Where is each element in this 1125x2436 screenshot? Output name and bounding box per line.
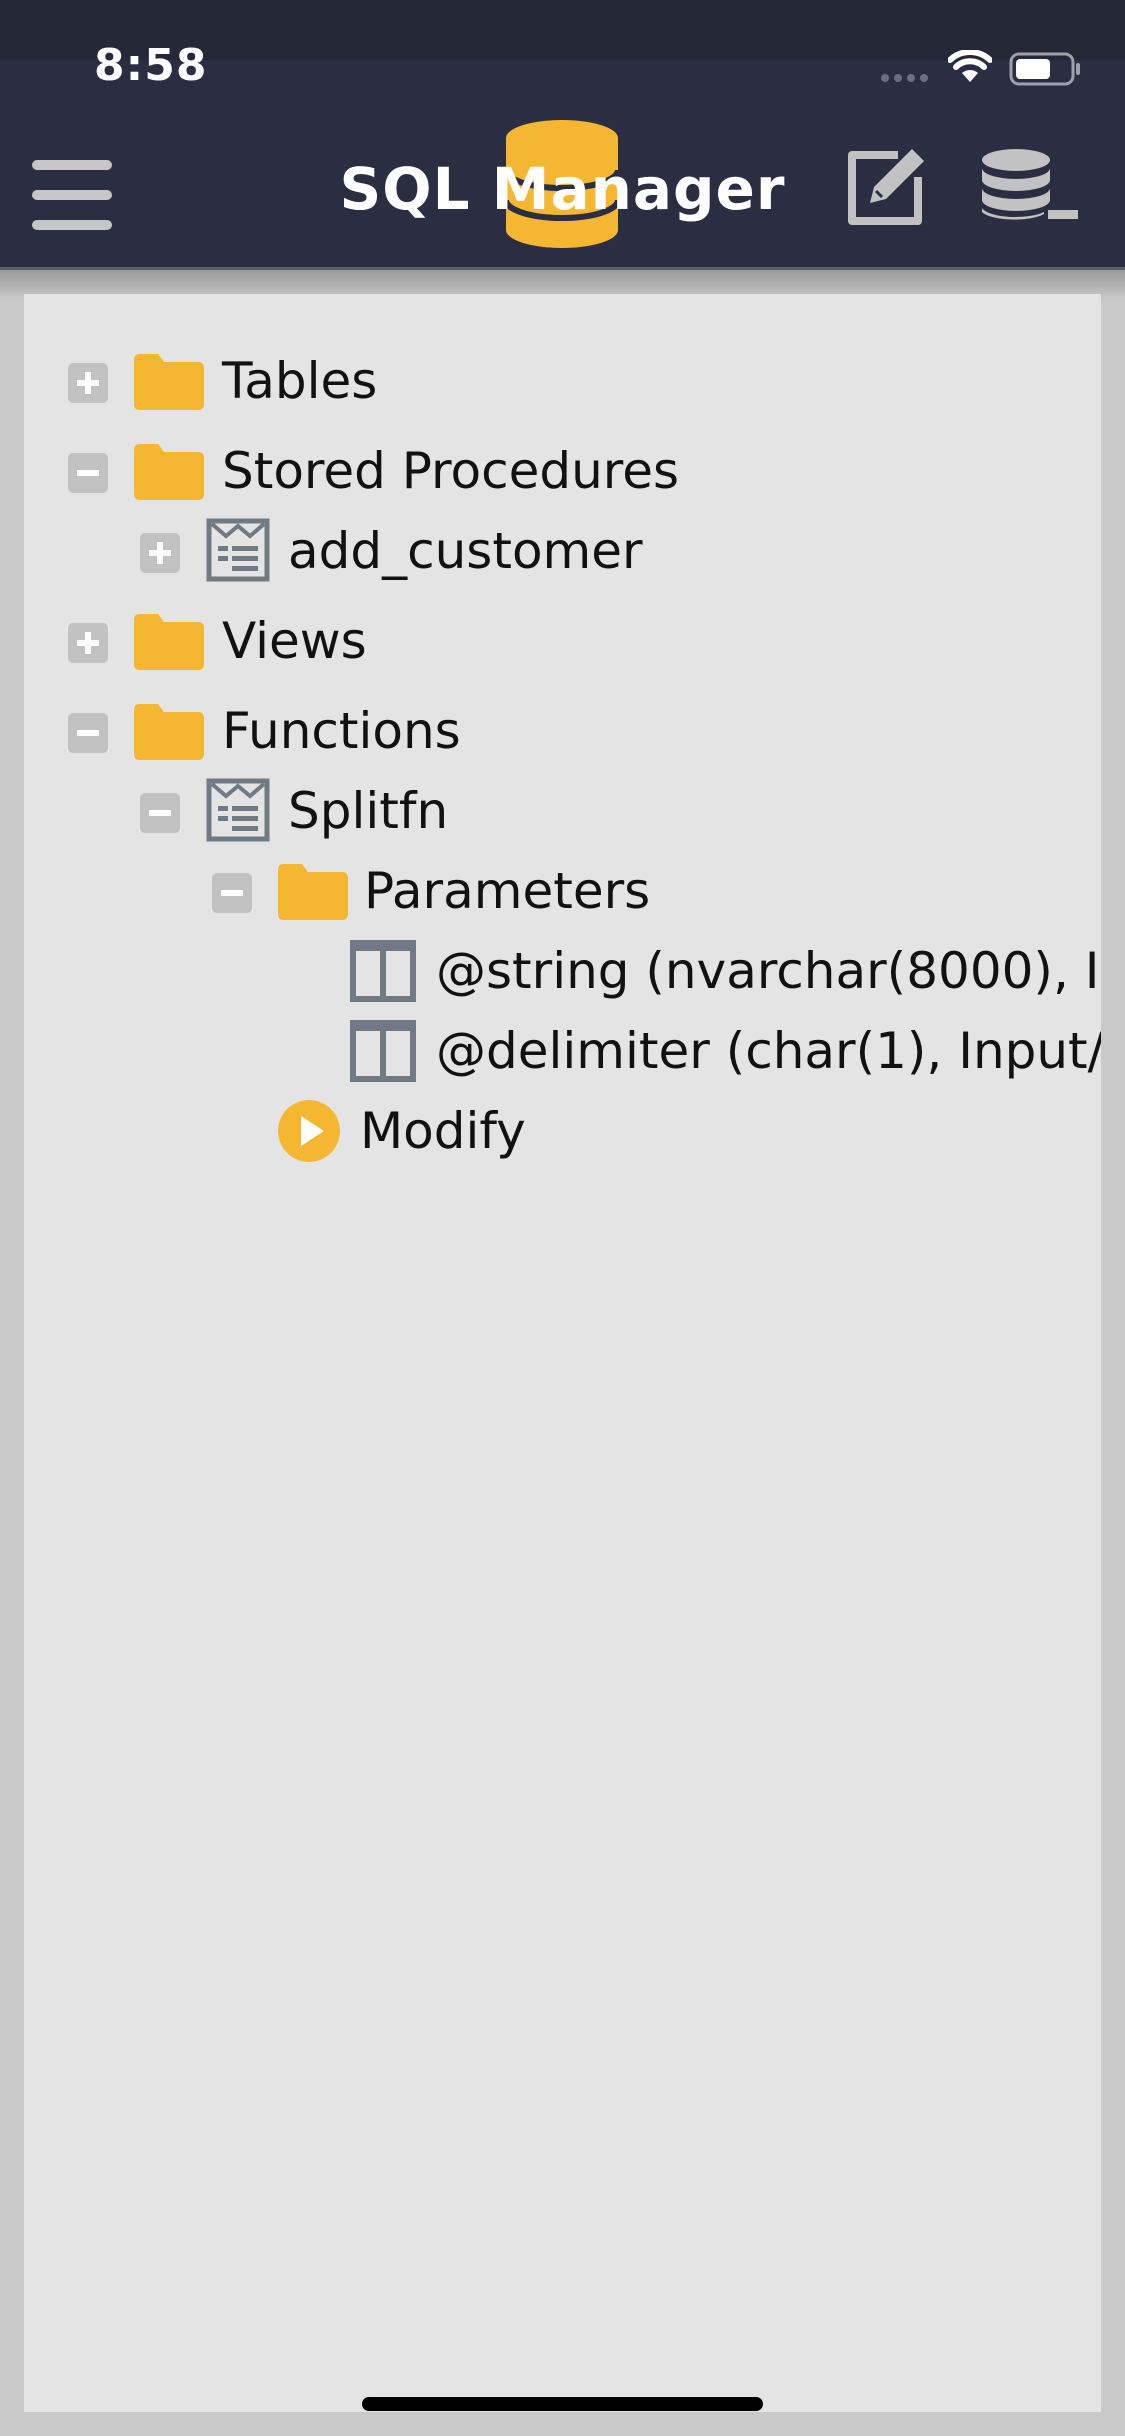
tree-item-tables[interactable]: Tables [24, 346, 1101, 416]
tree-item-label: Views [222, 612, 367, 670]
collapse-icon[interactable] [140, 793, 180, 833]
edit-query-icon[interactable] [842, 145, 928, 231]
tree-item-modify[interactable]: Modify [24, 1096, 1101, 1166]
folder-icon [134, 444, 204, 500]
tree-item-label: @delimiter (char(1), Input/Output) [436, 1022, 1101, 1080]
tree-item-functions[interactable]: Functions [24, 696, 1101, 766]
battery-icon [1009, 52, 1080, 86]
tree-item-views[interactable]: Views [24, 606, 1101, 676]
tree-item-label: Stored Procedures [222, 442, 680, 500]
folder-icon [134, 354, 204, 410]
tree-item-label: Parameters [364, 862, 651, 920]
collapse-icon[interactable] [212, 873, 252, 913]
expand-icon[interactable] [140, 533, 180, 573]
tree-item-parameter-delimiter[interactable]: @delimiter (char(1), Input/Output) [24, 1016, 1101, 1086]
procedure-icon [206, 518, 270, 582]
expand-icon[interactable] [68, 363, 108, 403]
parameter-icon [350, 940, 416, 1002]
tree-item-label: Splitfn [288, 782, 449, 840]
collapse-icon[interactable] [68, 453, 108, 493]
home-indicator[interactable] [362, 2397, 763, 2411]
tree-item-label: add_customer [288, 522, 643, 580]
database-connection-icon[interactable] [980, 148, 1080, 224]
tree-item-stored-procedures[interactable]: Stored Procedures [24, 436, 1101, 506]
tree-item-parameter-string[interactable]: @string (nvarchar(8000), Input/Output) [24, 936, 1101, 1006]
folder-icon [134, 704, 204, 760]
play-icon [278, 1100, 340, 1162]
expand-icon[interactable] [68, 623, 108, 663]
collapse-icon[interactable] [68, 713, 108, 753]
tree-item-add-customer[interactable]: add_customer [24, 516, 1101, 586]
tree-item-label: @string (nvarchar(8000), Input/Output) [436, 942, 1101, 1000]
folder-icon [134, 614, 204, 670]
tree-item-label: Functions [222, 702, 461, 760]
parameter-icon [350, 1020, 416, 1082]
tree-item-label: Tables [222, 352, 378, 410]
procedure-icon [206, 778, 270, 842]
status-time: 8:58 [94, 40, 208, 91]
object-tree: Tables Stored Procedures add_customer Vi… [24, 294, 1101, 2412]
cellular-signal-icon [881, 74, 928, 82]
tree-item-parameters[interactable]: Parameters [24, 856, 1101, 926]
tree-item-label: Modify [360, 1102, 526, 1160]
wifi-icon [948, 50, 992, 82]
folder-icon [278, 864, 348, 920]
app-title: SQL Manager [339, 155, 786, 223]
tree-item-splitfn[interactable]: Splitfn [24, 776, 1101, 846]
